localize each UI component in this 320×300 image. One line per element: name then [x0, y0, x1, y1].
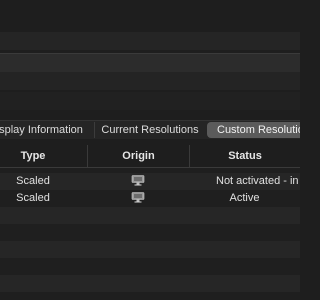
- display-icon: [131, 174, 145, 186]
- table-row: [0, 207, 300, 224]
- origin-cell: [87, 173, 189, 190]
- origin-cell: [87, 190, 189, 207]
- table-row: [0, 241, 300, 258]
- status-cell: Active: [229, 192, 260, 204]
- table-row[interactable]: Scaled Active: [0, 190, 300, 207]
- content-band: [0, 32, 300, 50]
- table-row[interactable]: Scaled Not activated - in: [0, 173, 300, 190]
- tab-current-resolutions[interactable]: Current Resolutions: [94, 122, 205, 138]
- status-cell: Not activated - in: [216, 175, 299, 187]
- column-header-type[interactable]: Type: [0, 145, 66, 167]
- tab-bar: splay Information Current Resolutions Cu…: [0, 120, 300, 139]
- content-band: [0, 53, 300, 72]
- table-row: [0, 275, 300, 292]
- window-content-area: [0, 0, 300, 120]
- content-band: [0, 72, 300, 90]
- tab-display-information[interactable]: splay Information: [0, 122, 94, 138]
- column-header-status[interactable]: Status: [189, 145, 300, 167]
- content-band: [0, 92, 300, 110]
- column-header-origin[interactable]: Origin: [87, 145, 189, 167]
- type-cell: Scaled: [16, 175, 50, 187]
- tab-custom-resolutions[interactable]: Custom Resolutio: [207, 122, 300, 138]
- app-window: splay Information Current Resolutions Cu…: [0, 0, 300, 300]
- resolutions-table: Type Origin Status Scaled Not activated …: [0, 145, 300, 300]
- table-row: [0, 224, 300, 241]
- display-icon: [131, 191, 145, 203]
- table-header: Type Origin Status: [0, 145, 300, 168]
- table-row: [0, 258, 300, 275]
- type-cell: Scaled: [16, 192, 50, 204]
